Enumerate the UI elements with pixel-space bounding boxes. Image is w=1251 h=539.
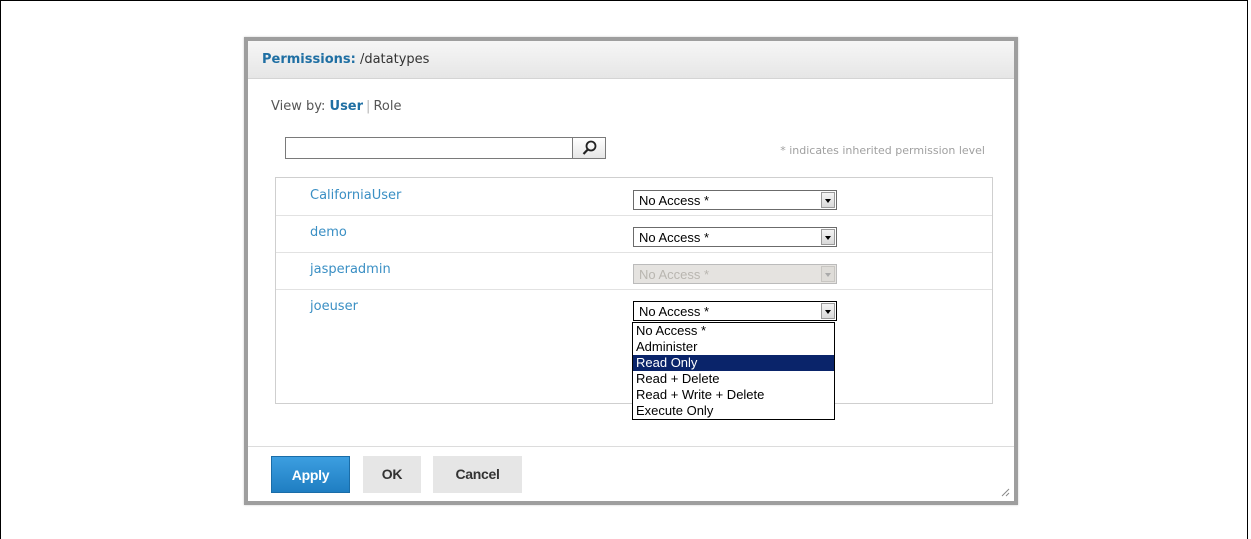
view-by-switcher: View by: User | Role bbox=[271, 99, 401, 114]
table-row: jasperadmin No Access * bbox=[276, 252, 992, 290]
dropdown-option-read-only[interactable]: Read Only bbox=[633, 355, 834, 371]
table-row: CaliforniaUser No Access * bbox=[276, 178, 992, 216]
table-row: joeuser No Access * bbox=[276, 289, 992, 326]
chevron-down-icon[interactable] bbox=[821, 303, 835, 319]
dialog-title-bar[interactable]: Permissions: /datatypes bbox=[248, 41, 1014, 79]
view-by-role-link[interactable]: Role bbox=[373, 99, 401, 114]
user-name: demo bbox=[310, 225, 347, 240]
resize-grip-icon[interactable] bbox=[1001, 488, 1010, 497]
chevron-down-icon bbox=[821, 266, 835, 282]
ok-button[interactable]: OK bbox=[363, 456, 421, 493]
permission-select-open[interactable]: No Access * bbox=[633, 301, 837, 321]
view-by-user-link[interactable]: User bbox=[330, 99, 364, 114]
dialog-title: Permissions: /datatypes bbox=[262, 52, 429, 67]
inherited-permission-note: * indicates inherited permission level bbox=[780, 144, 985, 157]
dropdown-option-read-write-delete[interactable]: Read + Write + Delete bbox=[633, 387, 834, 403]
permission-dropdown-list: No Access * Administer Read Only Read + … bbox=[632, 322, 835, 420]
footer-divider bbox=[248, 446, 1014, 447]
view-by-separator: | bbox=[366, 99, 371, 114]
permission-select-disabled: No Access * bbox=[633, 264, 837, 284]
chevron-down-icon[interactable] bbox=[821, 192, 835, 208]
dialog-title-path: /datatypes bbox=[359, 52, 430, 67]
dropdown-option-execute-only[interactable]: Execute Only bbox=[633, 403, 834, 419]
dialog-title-label: Permissions: bbox=[262, 52, 356, 67]
search-icon bbox=[582, 140, 597, 155]
user-name: jasperadmin bbox=[310, 262, 391, 277]
dropdown-option-no-access[interactable]: No Access * bbox=[633, 323, 834, 339]
user-name: joeuser bbox=[310, 299, 358, 314]
search-button[interactable] bbox=[573, 137, 606, 159]
view-by-label: View by: bbox=[271, 99, 326, 114]
search-input[interactable] bbox=[285, 137, 573, 159]
permissions-dialog: Permissions: /datatypes View by: User | Ro… bbox=[244, 37, 1018, 505]
permission-select[interactable]: No Access * bbox=[633, 190, 837, 210]
dropdown-option-read-delete[interactable]: Read + Delete bbox=[633, 371, 834, 387]
chevron-down-icon[interactable] bbox=[821, 229, 835, 245]
dropdown-option-administer[interactable]: Administer bbox=[633, 339, 834, 355]
table-row: demo No Access * bbox=[276, 215, 992, 253]
permission-value: No Access * bbox=[639, 230, 710, 245]
apply-button[interactable]: Apply bbox=[271, 456, 350, 493]
permission-value: No Access * bbox=[639, 193, 710, 208]
permission-value: No Access * bbox=[639, 304, 710, 319]
permission-select[interactable]: No Access * bbox=[633, 227, 837, 247]
user-name: CaliforniaUser bbox=[310, 188, 402, 203]
permission-value: No Access * bbox=[639, 267, 710, 282]
cancel-button[interactable]: Cancel bbox=[433, 456, 522, 493]
